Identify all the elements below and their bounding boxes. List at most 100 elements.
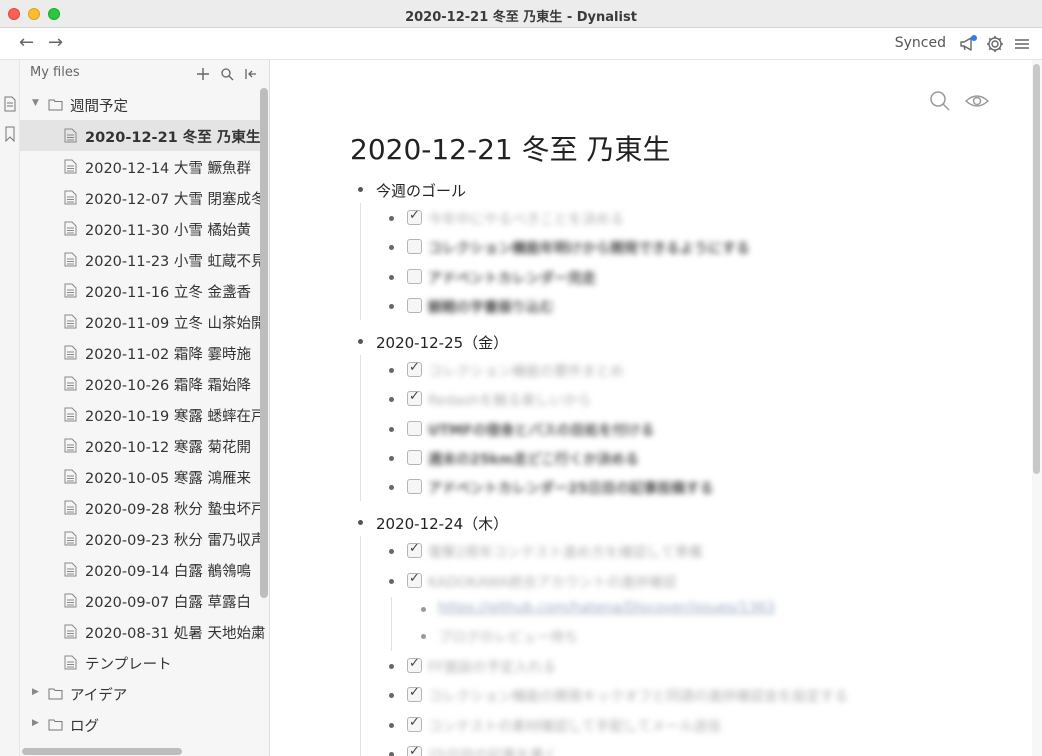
- task-text[interactable]: 観戦の字書振り込む: [428, 297, 554, 317]
- task-checkbox[interactable]: [407, 744, 422, 756]
- task-bullet[interactable]: [389, 693, 394, 699]
- section-heading[interactable]: 2020-12-25（金）: [376, 332, 508, 353]
- task-bullet[interactable]: [389, 216, 394, 222]
- task-checkbox[interactable]: [407, 297, 422, 313]
- gear-icon[interactable]: [985, 34, 1005, 54]
- task-text[interactable]: 今年中にやるべきことを決める: [428, 209, 624, 229]
- file-label: 2020-11-23 小雪 虹蔵不見: [85, 254, 266, 270]
- issue-link[interactable]: https://github.com/hatena/Discover/issue…: [438, 600, 775, 616]
- task-bullet[interactable]: [389, 664, 394, 670]
- task-bullet[interactable]: [389, 578, 394, 584]
- file-row[interactable]: テンプレート: [20, 647, 260, 678]
- task-checkbox[interactable]: [407, 541, 422, 559]
- task-bullet[interactable]: [389, 397, 394, 403]
- file-row[interactable]: 2020-10-05 寒露 鴻雁来: [20, 461, 260, 492]
- editor-scrollbar-thumb[interactable]: [1033, 64, 1040, 474]
- file-row[interactable]: 2020-11-23 小雪 虹蔵不見: [20, 244, 266, 275]
- section-guide-line: [360, 536, 361, 756]
- task-bullet[interactable]: [389, 485, 394, 490]
- task-bullet[interactable]: [389, 722, 394, 728]
- section-bullet[interactable]: [358, 339, 363, 344]
- task-text[interactable]: 電撃2周年コンテスト進め方を確認して準備: [428, 542, 703, 562]
- task-checkbox[interactable]: [407, 715, 422, 732]
- task-text[interactable]: FF面談の予定入れる: [428, 657, 556, 677]
- folder-row-weekly[interactable]: ▼ 週間予定: [20, 89, 260, 120]
- task-text[interactable]: アドベントカレンダー完走: [428, 268, 596, 288]
- task-bullet[interactable]: [389, 245, 394, 251]
- task-checkbox[interactable]: [407, 360, 422, 378]
- subtask-bullet[interactable]: [421, 606, 426, 612]
- task-bullet[interactable]: [389, 455, 394, 461]
- sidebar-horizontal-scrollbar[interactable]: [22, 748, 182, 755]
- file-row[interactable]: 2020-12-21 冬至 乃東生: [20, 120, 260, 151]
- task-checkbox[interactable]: [407, 656, 422, 674]
- task-text[interactable]: コレクション機能の開発キックオフと同週の進捗確認会を設定する: [428, 686, 848, 706]
- sidebar-vertical-scrollbar[interactable]: [260, 88, 268, 598]
- task-checkbox[interactable]: [407, 420, 422, 436]
- arrow-left-icon[interactable]: ←: [19, 32, 34, 53]
- task-text[interactable]: Redashを触る楽しいから: [428, 390, 591, 410]
- subtask-bullet[interactable]: [421, 634, 426, 639]
- search-icon[interactable]: [220, 66, 234, 81]
- bookmark-icon[interactable]: [4, 126, 16, 143]
- file-row[interactable]: 2020-09-28 秋分 蟄虫坏戸: [20, 492, 266, 523]
- task-checkbox[interactable]: [407, 449, 422, 465]
- subtask-text[interactable]: ブログのレビュー待ち: [438, 627, 578, 647]
- file-row[interactable]: 2020-09-07 白露 草露白: [20, 585, 260, 616]
- file-row[interactable]: 2020-12-14 大雪 鱖魚群: [20, 151, 260, 182]
- task-text[interactable]: コンテストの素材確認して手配してメール送信: [428, 716, 721, 736]
- folder-row-log[interactable]: ▶ ログ: [20, 709, 260, 740]
- task-checkbox[interactable]: [407, 389, 422, 407]
- task-text[interactable]: 週末の25km走どこ行くか決める: [428, 449, 639, 469]
- file-row[interactable]: 2020-11-30 小雪 橘始黄: [20, 213, 260, 244]
- task-checkbox[interactable]: [407, 208, 422, 226]
- plus-icon[interactable]: [196, 66, 210, 80]
- folder-row-ideas[interactable]: ▶ アイデア: [20, 678, 260, 709]
- file-row[interactable]: 2020-11-09 立冬 山茶始開: [20, 306, 266, 337]
- caret-down-icon[interactable]: ▼: [32, 98, 39, 108]
- section-bullet[interactable]: [358, 187, 363, 192]
- task-checkbox[interactable]: [407, 479, 422, 494]
- task-text[interactable]: UTMFの宿舎とバスの目処を付ける: [428, 420, 654, 440]
- caret-right-icon[interactable]: ▶: [32, 718, 39, 728]
- task-text[interactable]: コレクション機能年明けから開発できるようにする: [428, 238, 750, 258]
- document-title[interactable]: 2020-12-21 冬至 乃東生: [350, 128, 671, 168]
- section-bullet[interactable]: [358, 520, 363, 526]
- task-text[interactable]: コレクション機能の要件まとめ: [428, 361, 624, 381]
- eye-icon[interactable]: [964, 90, 990, 112]
- file-row[interactable]: 2020-10-19 寒露 蟋蟀在戸: [20, 399, 266, 430]
- file-row[interactable]: 2020-09-23 秋分 雷乃収声: [20, 523, 266, 554]
- caret-right-icon[interactable]: ▶: [32, 687, 39, 697]
- task-bullet[interactable]: [389, 549, 394, 555]
- file-row[interactable]: 2020-12-07 大雪 閉塞成冬: [20, 182, 266, 213]
- file-row[interactable]: 2020-11-16 立冬 金盞香: [20, 275, 260, 306]
- hamburger-menu-icon[interactable]: [1013, 34, 1033, 54]
- megaphone-icon[interactable]: [958, 34, 978, 54]
- task-bullet[interactable]: [389, 274, 394, 280]
- section-heading[interactable]: 今週のゴール: [376, 180, 466, 201]
- task-text[interactable]: アドベントカレンダー25日目の記事投稿する: [428, 478, 713, 498]
- section-heading[interactable]: 2020-12-24（木）: [376, 513, 508, 534]
- task-bullet[interactable]: [389, 751, 394, 756]
- left-rail: [0, 60, 20, 756]
- task-bullet[interactable]: [389, 426, 394, 432]
- search-icon[interactable]: [929, 90, 951, 112]
- task-text[interactable]: 25日目の記事を書く: [428, 745, 558, 756]
- file-icon: [64, 314, 77, 329]
- task-checkbox[interactable]: [407, 268, 422, 284]
- task-bullet[interactable]: [389, 303, 394, 309]
- task-checkbox[interactable]: [407, 685, 422, 703]
- task-bullet[interactable]: [389, 368, 394, 374]
- document-icon[interactable]: [4, 96, 16, 112]
- file-row[interactable]: 2020-11-02 霜降 霎時施: [20, 337, 260, 368]
- collapse-sidebar-icon[interactable]: [244, 66, 258, 80]
- arrow-right-icon[interactable]: →: [48, 32, 63, 53]
- file-row[interactable]: 2020-09-14 白露 鶺鴒鳴: [20, 554, 260, 585]
- file-row[interactable]: 2020-08-31 処暑 天地始粛: [20, 616, 266, 647]
- file-row[interactable]: 2020-10-12 寒露 菊花開: [20, 430, 260, 461]
- task-checkbox[interactable]: [407, 239, 422, 255]
- file-sidebar: My files ▼ 週間予定 2020-12-21 冬至 乃東生 2020-12…: [20, 60, 270, 756]
- task-checkbox[interactable]: [407, 571, 422, 588]
- task-text[interactable]: KADOKAWA統合アカウントの進捗確認: [428, 572, 677, 592]
- file-row[interactable]: 2020-10-26 霜降 霜始降: [20, 368, 260, 399]
